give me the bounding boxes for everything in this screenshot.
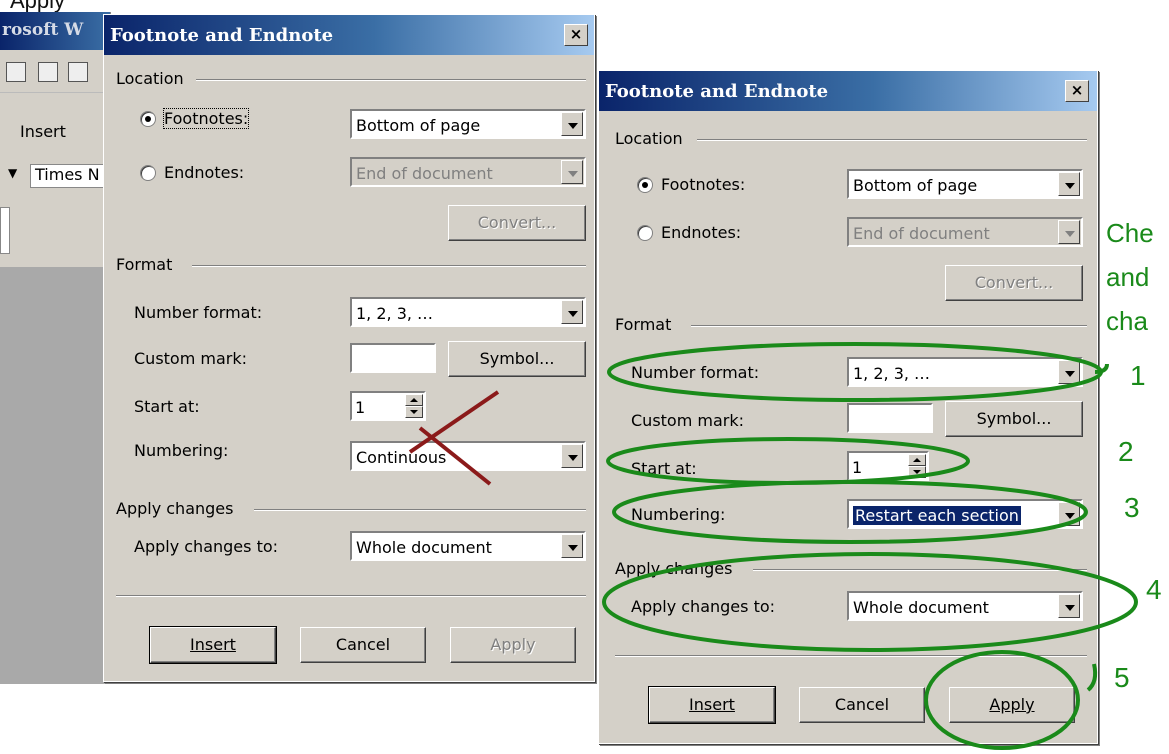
save-icon[interactable]	[6, 62, 26, 82]
annotation-number: 4	[1146, 574, 1162, 605]
location-section-label: Location	[116, 69, 184, 88]
cancel-button[interactable]: Cancel	[300, 627, 426, 663]
word-window: rosoft W Insert ▼ Times N	[0, 12, 111, 684]
dropdown-arrow-icon[interactable]	[1058, 360, 1080, 384]
dropdown-arrow-icon[interactable]	[561, 534, 583, 558]
apply-changes-to-label: Apply changes to:	[134, 537, 279, 556]
start-at-label: Start at:	[631, 459, 697, 478]
footer-divider	[116, 595, 586, 597]
dropdown-arrow-icon: ▼	[8, 166, 18, 180]
custom-mark-label: Custom mark:	[631, 411, 745, 430]
footnotes-radio[interactable]	[140, 111, 156, 127]
footnote-dialog-right: Footnote and Endnote × Location Footnote…	[598, 70, 1098, 744]
word-title-bar: rosoft W	[0, 12, 110, 50]
apply-changes-to-select[interactable]: Whole document	[847, 591, 1083, 621]
section-divider	[196, 79, 586, 81]
close-button[interactable]: ×	[564, 24, 588, 46]
spin-up-icon[interactable]	[405, 394, 423, 406]
menu-insert[interactable]: Insert	[20, 122, 66, 141]
print-icon[interactable]	[38, 62, 58, 82]
word-title: rosoft W	[2, 20, 84, 40]
annotation-text: cha	[1106, 306, 1148, 336]
annotation-number: 5	[1114, 662, 1130, 693]
endnotes-position-select[interactable]: End of document	[350, 157, 586, 187]
numbering-select[interactable]: Continuous	[350, 441, 586, 471]
numbering-label: Numbering:	[134, 441, 229, 460]
font-name-field[interactable]: Times N	[30, 164, 110, 188]
footer-divider	[615, 655, 1087, 657]
cancel-button[interactable]: Cancel	[799, 687, 925, 723]
dialog-title-bar: Footnote and Endnote ×	[104, 15, 594, 55]
number-format-select[interactable]: 1, 2, 3, …	[350, 297, 586, 327]
ruler	[0, 207, 10, 254]
start-at-label: Start at:	[134, 397, 200, 416]
start-at-spinner[interactable]: 1	[350, 391, 426, 421]
apply-changes-to-label: Apply changes to:	[631, 597, 776, 616]
spin-down-icon[interactable]	[405, 406, 423, 418]
numbering-label: Numbering:	[631, 505, 726, 524]
footnote-dialog-left: Footnote and Endnote × Location Footnote…	[103, 14, 595, 682]
custom-mark-input[interactable]	[847, 403, 933, 433]
section-divider	[697, 139, 1087, 141]
apply-changes-section-label: Apply changes	[116, 499, 234, 518]
section-divider	[691, 325, 1087, 327]
annotation-number: 1	[1130, 360, 1146, 391]
section-divider	[192, 265, 586, 267]
word-toolbar	[0, 52, 110, 93]
format-section-label: Format	[116, 255, 173, 274]
spin-down-icon[interactable]	[908, 466, 926, 478]
endnotes-label: Endnotes:	[661, 223, 742, 242]
annotation-number: 3	[1124, 492, 1140, 523]
dropdown-arrow-icon[interactable]	[1058, 502, 1080, 526]
apply-button[interactable]: Apply	[450, 627, 576, 663]
spin-up-icon[interactable]	[908, 454, 926, 466]
document-background	[0, 267, 110, 684]
dialog-title-bar: Footnote and Endnote ×	[599, 71, 1097, 111]
apply-changes-section-label: Apply changes	[615, 559, 733, 578]
endnotes-radio[interactable]	[637, 225, 653, 241]
custom-mark-input[interactable]	[350, 343, 436, 373]
convert-button[interactable]: Convert...	[945, 265, 1083, 301]
endnotes-position-select[interactable]: End of document	[847, 217, 1083, 247]
endnotes-label: Endnotes:	[164, 163, 245, 182]
convert-button[interactable]: Convert...	[448, 205, 586, 241]
number-format-label: Number format:	[134, 303, 263, 322]
custom-mark-label: Custom mark:	[134, 349, 248, 368]
dropdown-arrow-icon[interactable]	[561, 160, 583, 184]
annotation-number: 2	[1118, 436, 1134, 467]
dropdown-arrow-icon[interactable]	[561, 112, 583, 136]
dialog-title: Footnote and Endnote	[110, 25, 334, 46]
apply-button[interactable]: Apply	[949, 687, 1075, 723]
footnotes-position-select[interactable]: Bottom of page	[350, 109, 586, 139]
endnotes-radio[interactable]	[140, 165, 156, 181]
annotation-text: and	[1106, 262, 1150, 292]
annotation-text: Che	[1106, 218, 1154, 248]
insert-button[interactable]: Insert	[648, 686, 776, 724]
symbol-button[interactable]: Symbol...	[448, 341, 586, 377]
symbol-button[interactable]: Symbol...	[945, 401, 1083, 437]
dropdown-arrow-icon[interactable]	[561, 300, 583, 324]
footnotes-position-select[interactable]: Bottom of page	[847, 169, 1083, 199]
dropdown-arrow-icon[interactable]	[1058, 172, 1080, 196]
section-divider	[753, 569, 1087, 571]
footnotes-label: Footnotes:	[661, 175, 746, 194]
apply-changes-to-select[interactable]: Whole document	[350, 531, 586, 561]
section-divider	[254, 509, 586, 511]
format-section-label: Format	[615, 315, 672, 334]
dropdown-arrow-icon[interactable]	[1058, 220, 1080, 244]
number-format-select[interactable]: 1, 2, 3, …	[847, 357, 1083, 387]
dropdown-arrow-icon[interactable]	[561, 444, 583, 468]
preview-icon[interactable]	[68, 62, 88, 82]
font-selector[interactable]: ▼ Times N	[0, 162, 110, 192]
number-format-label: Number format:	[631, 363, 760, 382]
location-section-label: Location	[615, 129, 683, 148]
dialog-title: Footnote and Endnote	[605, 81, 829, 102]
insert-button[interactable]: Insert	[149, 626, 277, 664]
close-button[interactable]: ×	[1065, 80, 1089, 102]
footnotes-radio[interactable]	[637, 177, 653, 193]
footnotes-label: Footnotes:	[162, 108, 250, 129]
dropdown-arrow-icon[interactable]	[1058, 594, 1080, 618]
numbering-select[interactable]: Restart each section	[847, 499, 1083, 529]
start-at-spinner[interactable]: 1	[847, 451, 929, 481]
